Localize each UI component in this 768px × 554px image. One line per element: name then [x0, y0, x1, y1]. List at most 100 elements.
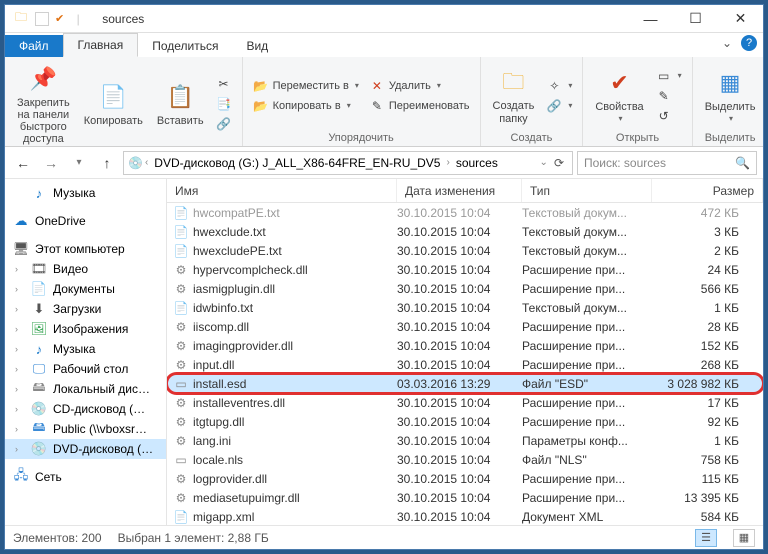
file-row[interactable]: ⚙installeventres.dll30.10.2015 10:04Расш… [167, 393, 763, 412]
newfolder-button[interactable]: 🗀 Создать папку [489, 64, 539, 126]
file-row[interactable]: 📄hwcompatPE.txt30.10.2015 10:04Текстовый… [167, 203, 763, 222]
view-details-button[interactable]: ☰ [695, 529, 717, 547]
file-row[interactable]: ⚙logprovider.dll30.10.2015 10:04Расширен… [167, 469, 763, 488]
rename-button[interactable]: ✎Переименовать [367, 97, 472, 115]
easyaccess-button[interactable]: 🔗▾ [544, 97, 574, 115]
header-type[interactable]: Тип [522, 179, 652, 202]
header-date[interactable]: Дата изменения [397, 179, 522, 202]
minimize-button[interactable]: — [628, 5, 673, 33]
file-row[interactable]: ⚙mediasetupuimgr.dll30.10.2015 10:04Расш… [167, 488, 763, 507]
maximize-button[interactable]: ☐ [673, 5, 718, 33]
selectall-icon: ▦ [714, 67, 746, 99]
file-row[interactable]: ▭install.esd03.03.2016 13:29Файл "ESD"3 … [167, 374, 763, 393]
file-row[interactable]: ⚙hypervcomplcheck.dll30.10.2015 10:04Рас… [167, 260, 763, 279]
music-icon: ♪ [31, 341, 47, 357]
file-size: 1 КБ [652, 434, 763, 448]
navigation-pane: ♪Музыка ›☁OneDrive ⌄🖥Этот компьютер ›🎞Ви… [5, 179, 167, 525]
nav-music2[interactable]: ›♪Музыка [5, 339, 166, 359]
tab-home[interactable]: Главная [63, 33, 139, 57]
file-row[interactable]: ⚙itgtupg.dll30.10.2015 10:04Расширение п… [167, 412, 763, 431]
open-button[interactable]: ▭▾ [654, 67, 684, 85]
newfolder-icon: 🗀 [497, 66, 529, 98]
nav-video[interactable]: ›🎞Видео [5, 259, 166, 279]
file-row[interactable]: ⚙input.dll30.10.2015 10:04Расширение при… [167, 355, 763, 374]
search-input[interactable]: Поиск: sources 🔍 [577, 151, 757, 175]
paste-button[interactable]: 📋 Вставить [153, 79, 208, 129]
copypath-button[interactable]: 📑 [214, 95, 234, 113]
file-date: 30.10.2015 10:04 [397, 396, 522, 410]
header-name[interactable]: Имя [167, 179, 397, 202]
tab-share[interactable]: Поделиться [138, 35, 232, 57]
file-row[interactable]: ⚙iiscomp.dll30.10.2015 10:04Расширение п… [167, 317, 763, 336]
up-button[interactable]: ↑ [95, 151, 119, 175]
tab-file[interactable]: Файл [5, 35, 63, 57]
breadcrumb-folder[interactable]: sources [452, 156, 502, 170]
file-type: Расширение при... [522, 263, 652, 277]
file-type: Расширение при... [522, 339, 652, 353]
qat-checkbox-icon[interactable] [35, 12, 49, 26]
nav-music[interactable]: ♪Музыка [5, 183, 166, 203]
file-row[interactable]: 📄migapp.xml30.10.2015 10:04Документ XML5… [167, 507, 763, 525]
collapse-ribbon-icon[interactable]: ⌄ [719, 35, 735, 51]
file-row[interactable]: 📄idwbinfo.txt30.10.2015 10:04Текстовый д… [167, 298, 763, 317]
tab-view[interactable]: Вид [232, 35, 282, 57]
cloud-icon: ☁ [13, 213, 29, 229]
nav-public[interactable]: ›🖴Public (\\vboxsr… [5, 419, 166, 439]
recent-button[interactable]: ▾ [67, 151, 91, 175]
selectall-label: Выделить [705, 101, 756, 113]
header-size[interactable]: Размер [652, 179, 763, 202]
chevron-icon: ‹ [145, 157, 148, 168]
file-row[interactable]: ▭locale.nls30.10.2015 10:04Файл "NLS"758… [167, 450, 763, 469]
file-row[interactable]: ⚙lang.ini30.10.2015 10:04Параметры конф.… [167, 431, 763, 450]
properties-button[interactable]: ✔ Свойства ▾ [591, 65, 647, 126]
file-row[interactable]: ⚙imagingprovider.dll30.10.2015 10:04Расш… [167, 336, 763, 355]
copyto-button[interactable]: 📂Копировать в▾ [251, 97, 361, 115]
file-name: hwexclude.txt [193, 225, 397, 239]
nav-localdisk[interactable]: ›🖴Локальный дис… [5, 379, 166, 399]
pasteshortcut-button[interactable]: 🔗 [214, 115, 234, 133]
file-type: Документ XML [522, 510, 652, 524]
nav-documents[interactable]: ›📄Документы [5, 279, 166, 299]
back-button[interactable]: ← [11, 151, 35, 175]
file-row[interactable]: 📄hwexclude.txt30.10.2015 10:04Текстовый … [167, 222, 763, 241]
nav-desktop[interactable]: ›🖵Рабочий стол [5, 359, 166, 379]
view-icons-button[interactable]: ▦ [733, 529, 755, 547]
qat-check-icon[interactable]: ✔ [55, 12, 64, 25]
edit-button[interactable]: ✎ [654, 87, 684, 105]
easyaccess-icon: 🔗 [546, 98, 562, 114]
cut-button[interactable]: ✂ [214, 75, 234, 93]
breadcrumb-drive[interactable]: DVD-дисковод (G:) J_ALL_X86-64FRE_EN-RU_… [150, 156, 444, 170]
close-button[interactable]: ✕ [718, 5, 763, 33]
file-date: 30.10.2015 10:04 [397, 358, 522, 372]
refresh-button[interactable]: ⟳ [550, 156, 568, 170]
file-date: 30.10.2015 10:04 [397, 491, 522, 505]
dropdown-icon[interactable]: ⌄ [540, 157, 548, 168]
help-icon[interactable]: ? [741, 35, 757, 51]
chevron-right-icon[interactable]: › [446, 157, 449, 168]
nav-onedrive[interactable]: ›☁OneDrive [5, 211, 166, 231]
file-row[interactable]: ⚙iasmigplugin.dll30.10.2015 10:04Расшире… [167, 279, 763, 298]
app-icon: 🗀 [13, 11, 29, 27]
ribbon-group-open: ✔ Свойства ▾ ▭▾ ✎ ↺ Открыть [583, 57, 692, 146]
file-icon: 📄 [173, 509, 189, 525]
nav-thispc[interactable]: ⌄🖥Этот компьютер [5, 239, 166, 259]
forward-button[interactable]: → [39, 151, 63, 175]
file-date: 03.03.2016 13:29 [397, 377, 522, 391]
copy-button[interactable]: 📄 Копировать [80, 79, 147, 129]
moveto-button[interactable]: 📂Переместить в▾ [251, 77, 361, 95]
newitem-button[interactable]: ✧▾ [544, 77, 574, 95]
nav-network[interactable]: ›🖧Сеть [5, 467, 166, 487]
cd-icon: 💿 [31, 401, 47, 417]
history-button[interactable]: ↺ [654, 107, 684, 125]
pin-button[interactable]: 📌 Закрепить на панели быстрого доступа [13, 61, 74, 147]
downloads-icon: ⬇ [31, 301, 47, 317]
file-row[interactable]: 📄hwexcludePE.txt30.10.2015 10:04Текстовы… [167, 241, 763, 260]
nav-cddrive[interactable]: ›💿CD-дисковод (… [5, 399, 166, 419]
nav-dvddrive[interactable]: ›💿DVD-дисковод (… [5, 439, 166, 459]
cut-icon: ✂ [216, 76, 232, 92]
nav-downloads[interactable]: ›⬇Загрузки [5, 299, 166, 319]
address-bar[interactable]: 💿 ‹ DVD-дисковод (G:) J_ALL_X86-64FRE_EN… [123, 151, 573, 175]
delete-button[interactable]: ✕Удалить▾ [367, 77, 472, 95]
selectall-button[interactable]: ▦ Выделить ▾ [701, 65, 760, 126]
nav-pictures[interactable]: ›🖼Изображения [5, 319, 166, 339]
